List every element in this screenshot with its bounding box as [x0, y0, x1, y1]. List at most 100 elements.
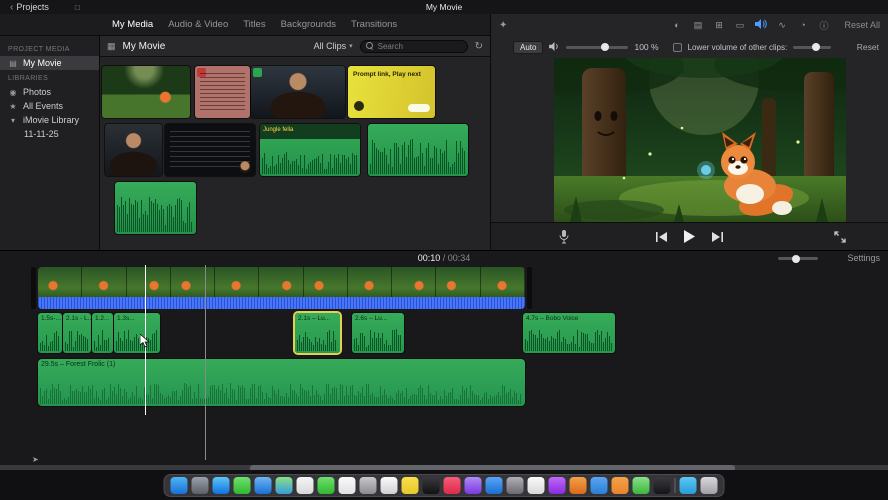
dock-icon-trash[interactable]	[700, 477, 718, 494]
noise-reduction-icon[interactable]: ∿	[776, 20, 788, 31]
dock-icon-tv[interactable]	[422, 477, 440, 494]
audio-clip-2[interactable]: 2.1s - L...	[63, 313, 91, 353]
dock-icon-finder[interactable]	[170, 477, 188, 494]
dock-icon-contacts[interactable]	[359, 477, 377, 494]
audio-clip-1[interactable]: 1.5s-...	[38, 313, 62, 353]
dock-icon-notes[interactable]	[401, 477, 419, 494]
dock-icon-imovie[interactable]	[548, 477, 566, 494]
dock-icon-mail[interactable]	[254, 477, 272, 494]
dock-icon-garageband[interactable]	[569, 477, 587, 494]
next-button[interactable]	[711, 231, 723, 242]
dock-icon-safari[interactable]	[212, 477, 230, 494]
dock-icon-freeform[interactable]	[527, 477, 545, 494]
music-clip-forest-frolic[interactable]: 29.5s – Forest Frolic (1)	[38, 359, 525, 406]
sidebar-item-photos[interactable]: ◉ Photos	[0, 85, 99, 99]
play-button[interactable]	[684, 230, 695, 243]
dock-icon-calendar[interactable]	[338, 477, 356, 494]
dock-icon-settings[interactable]	[506, 477, 524, 494]
dock-icon-launchpad[interactable]	[191, 477, 209, 494]
filmstrip-frame[interactable]	[170, 267, 216, 297]
filmstrip-frame[interactable]	[38, 267, 83, 297]
auto-volume-button[interactable]: Auto	[513, 40, 544, 54]
dock-icon-podcasts[interactable]	[464, 477, 482, 494]
library-sidebar: PROJECT MEDIA ▤ My Movie LIBRARIES ◉ Pho…	[0, 36, 100, 250]
audio-clip-thumbnail-jungle[interactable]: Jungle fella	[260, 124, 360, 176]
speed-icon[interactable]: ◔	[797, 20, 809, 30]
clip-filter-dropdown[interactable]: All Clips ▾	[314, 41, 353, 51]
enhance-icon[interactable]: ✦	[499, 20, 507, 31]
dock-icon-music[interactable]	[443, 477, 461, 494]
search-field[interactable]	[359, 39, 468, 53]
filmstrip-frame[interactable]	[126, 267, 171, 297]
volume-slider[interactable]	[566, 43, 629, 51]
dock-icon-photos[interactable]	[296, 477, 314, 494]
video-clip-filmstrip[interactable]	[38, 267, 525, 297]
dock-icon-maps[interactable]	[275, 477, 293, 494]
filmstrip-frame[interactable]	[82, 267, 127, 297]
tab-backgrounds[interactable]: Backgrounds	[281, 19, 336, 30]
filmstrip-frame[interactable]	[436, 267, 481, 297]
clip-thumbnail-pink-document[interactable]	[195, 66, 250, 118]
tab-transitions[interactable]: Transitions	[351, 19, 397, 30]
color-balance-icon[interactable]: ◐	[671, 20, 683, 30]
timeline-zoom-slider[interactable]	[778, 254, 818, 263]
dock-icon-facetime[interactable]	[317, 477, 335, 494]
crop-icon[interactable]: ⊞	[713, 20, 725, 31]
filmstrip-frame[interactable]	[303, 267, 348, 297]
clip-thumbnail-fox-scene[interactable]	[102, 66, 190, 118]
dock-icon-pages[interactable]	[611, 477, 629, 494]
clip-thumbnail-presenter[interactable]	[251, 66, 345, 118]
clip-thumbnail-presenter-headphones[interactable]	[105, 124, 162, 176]
dock-icon-terminal[interactable]	[653, 477, 671, 494]
tab-audio-video[interactable]: Audio & Video	[168, 19, 228, 30]
tab-my-media[interactable]: My Media	[112, 19, 153, 30]
clip-thumbnail-screen-recording[interactable]	[165, 124, 255, 176]
dot-shape	[354, 101, 364, 111]
sidebar-item-my-movie[interactable]: ▤ My Movie	[0, 56, 99, 70]
preview-viewer[interactable]	[504, 25, 888, 222]
audio-clip-5-selected[interactable]: 2.1s – Lu...	[295, 313, 340, 353]
filmstrip-frame[interactable]	[480, 267, 525, 297]
clip-thumbnail-prompt-card[interactable]: Prompt link, Play next	[348, 66, 435, 118]
dock-icon-messages[interactable]	[233, 477, 251, 494]
timeline-settings-button[interactable]: Settings	[847, 253, 880, 263]
dock-icon-downloads-folder[interactable]	[679, 477, 697, 494]
stabilization-icon[interactable]: ▭	[734, 20, 746, 31]
clip-appearance-icon[interactable]: ↻	[475, 41, 483, 52]
audio-clip-6[interactable]: 2.6s – Lu...	[352, 313, 404, 353]
audio-clip-thumbnail-3[interactable]	[115, 182, 196, 234]
search-input[interactable]	[377, 41, 458, 51]
fullscreen-icon[interactable]	[834, 230, 846, 243]
speaker-icon[interactable]	[549, 41, 560, 53]
sidebar-item-event-11-11-25[interactable]: 11-11-25	[0, 127, 99, 141]
trim-handle-right[interactable]	[527, 267, 532, 309]
audio-clip-3[interactable]: 1.2...	[92, 313, 113, 353]
grid-view-icon[interactable]: ▦	[107, 41, 116, 52]
video-audio-waveform[interactable]	[38, 297, 525, 309]
audio-clip-thumbnail-2[interactable]	[368, 124, 468, 176]
color-correction-icon[interactable]: ▤	[692, 20, 704, 31]
ducking-slider[interactable]	[793, 43, 832, 51]
sidebar-item-imovie-library[interactable]: ▾ iMovie Library	[0, 113, 99, 127]
reset-button[interactable]: Reset	[857, 42, 879, 52]
audio-clip-bobo-voice[interactable]: 4.7s – Bobo Voice	[523, 313, 615, 353]
trim-handle-left[interactable]	[31, 267, 36, 309]
sidebar-item-all-events[interactable]: ★ All Events	[0, 99, 99, 113]
filmstrip-frame[interactable]	[347, 267, 393, 297]
dock-icon-reminders[interactable]	[380, 477, 398, 494]
dock-icon-appstore[interactable]	[485, 477, 503, 494]
filmstrip-frame[interactable]	[392, 267, 437, 297]
filmstrip-frame[interactable]	[215, 267, 260, 297]
previous-button[interactable]	[656, 231, 668, 242]
filmstrip-frame[interactable]	[259, 267, 304, 297]
volume-icon[interactable]	[755, 19, 767, 31]
dock-icon-keynote[interactable]	[590, 477, 608, 494]
dock-divider	[674, 478, 676, 493]
info-icon[interactable]: ⓘ	[818, 19, 830, 32]
audio-clip-4[interactable]: 1.3s...	[114, 313, 160, 353]
dock-icon-numbers[interactable]	[632, 477, 650, 494]
reset-all-button[interactable]: Reset All	[844, 20, 880, 30]
tab-titles[interactable]: Titles	[243, 19, 265, 30]
lower-volume-checkbox[interactable]	[672, 42, 682, 52]
chevron-down-icon: ▾	[349, 43, 353, 50]
